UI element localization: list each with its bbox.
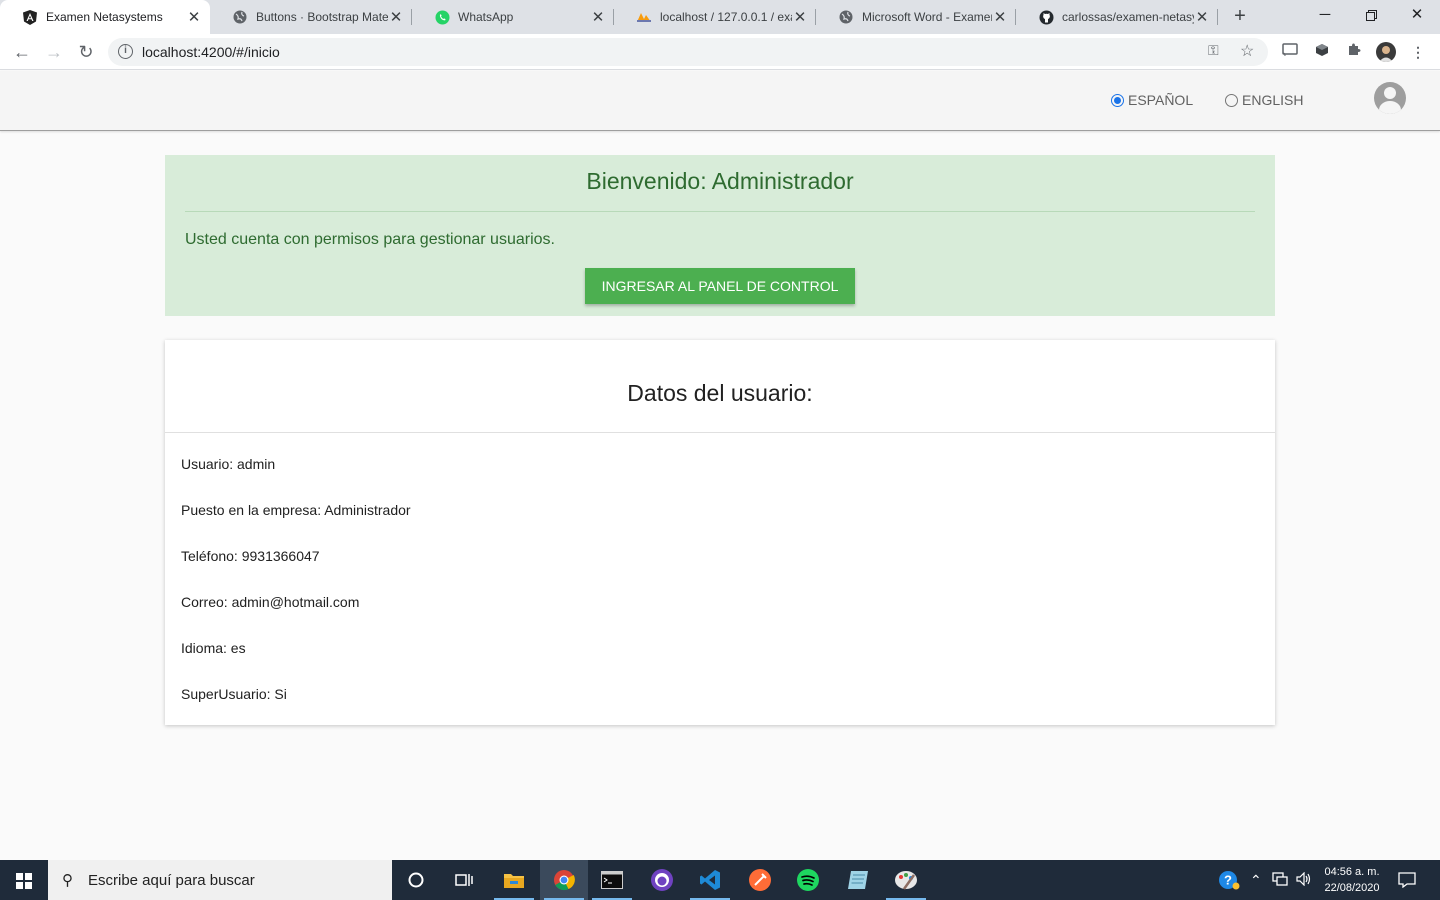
field-puesto: Puesto en la empresa: Administrador [181,502,411,518]
app-header: ESPAÑOL ENGLISH [0,71,1440,131]
tab-title: Buttons · Bootstrap Mater [256,10,388,24]
welcome-title: Bienvenido: Administrador [586,168,854,194]
permissions-message: Usted cuenta con permisos para gestionar… [185,231,555,248]
tab-microsoft-word[interactable]: Microsoft Word - Examen ✕ [816,0,1016,34]
close-icon[interactable]: ✕ [992,8,1008,26]
card-divider [165,432,1275,433]
globe-icon [232,9,248,25]
search-placeholder: Escribe aquí para buscar [88,871,255,889]
tab-github[interactable]: carlossas/examen-netasys ✕ [1016,0,1218,34]
github-desktop-icon[interactable] [638,860,686,900]
language-label: ESPAÑOL [1128,92,1194,108]
network-icon[interactable] [1272,872,1288,889]
paint-app-icon[interactable] [882,860,930,900]
chrome-icon[interactable] [540,860,588,900]
clock-date: 22/08/2020 [1324,882,1380,894]
field-usuario: Usuario: admin [181,456,276,472]
tab-title: Examen Netasystems [46,10,163,24]
vscode-icon[interactable] [686,860,734,900]
taskbar-clock[interactable]: 04:56 a. m. 22/08/2020 [1314,864,1390,896]
taskbar-search-box[interactable]: ⚲ Escribe aquí para buscar [48,860,392,900]
cube-extension-icon[interactable] [1312,42,1332,62]
chevron-up-icon[interactable]: ⌃ [1250,872,1262,889]
profile-avatar-icon[interactable] [1376,42,1396,62]
card-title: Datos del usuario: [627,380,813,406]
minimize-button[interactable]: ─ [1302,0,1348,34]
user-avatar-icon[interactable] [1374,82,1406,114]
browser-tab-strip: Examen Netasystems ✕ Buttons · Bootstrap… [0,0,1440,34]
postman-icon[interactable] [736,860,784,900]
whatsapp-icon [434,9,450,25]
task-view-icon[interactable] [440,860,488,900]
cortana-icon[interactable] [392,860,440,900]
forward-button[interactable]: → [40,38,68,66]
github-icon [1038,9,1054,25]
globe-icon [838,9,854,25]
windows-start-icon[interactable] [16,873,32,889]
back-button[interactable]: ← [8,38,36,66]
tab-title: Microsoft Word - Examen [862,10,992,24]
close-icon[interactable]: ✕ [590,8,606,26]
field-telefono: Teléfono: 9931366047 [181,548,320,564]
file-explorer-icon[interactable] [490,860,538,900]
close-icon[interactable]: ✕ [792,8,808,26]
tab-title: WhatsApp [458,10,514,24]
windows-taskbar: ⚲ Escribe aquí para buscar ? ⌃ 04:56 a. … [0,860,1440,900]
angular-icon [22,9,38,25]
tab-examen-netasystems[interactable]: Examen Netasystems ✕ [0,0,210,34]
welcome-alert: Bienvenido: Administrador Usted cuenta c… [165,155,1275,316]
close-icon[interactable]: ✕ [388,8,404,26]
notifications-icon[interactable] [1398,872,1416,891]
site-info-icon[interactable]: i [118,44,133,59]
url-text: localhost:4200/#/inicio [142,44,280,60]
close-window-button[interactable]: ✕ [1394,0,1440,34]
field-idioma: Idioma: es [181,640,246,656]
browser-toolbar: ← → ↻ i localhost:4200/#/inicio ⚿ ☆ ⋮ [0,34,1440,70]
tab-title: carlossas/examen-netasys [1062,10,1194,24]
search-icon: ⚲ [62,872,73,889]
language-option-espanol[interactable]: ESPAÑOL [1111,92,1193,108]
menu-dots-icon[interactable]: ⋮ [1408,42,1428,62]
phpmyadmin-icon [636,9,652,25]
key-icon[interactable]: ⚿ [1208,42,1219,59]
terminal-icon[interactable] [588,860,636,900]
tab-separator [1217,9,1218,25]
close-icon[interactable]: ✕ [186,8,202,26]
language-label: ENGLISH [1242,92,1304,108]
alert-divider [185,211,1255,212]
language-option-english[interactable]: ENGLISH [1225,92,1303,108]
field-correo: Correo: admin@hotmail.com [181,594,360,610]
user-data-card: Datos del usuario: Usuario: admin Puesto… [165,340,1275,725]
reload-button[interactable]: ↻ [72,38,100,66]
tab-buttons-bootstrap[interactable]: Buttons · Bootstrap Mater ✕ [210,0,412,34]
help-icon[interactable]: ? [1218,870,1240,893]
tab-phpmyadmin[interactable]: localhost / 127.0.0.1 / exa ✕ [614,0,816,34]
close-icon[interactable]: ✕ [1194,8,1210,26]
star-icon[interactable]: ☆ [1240,41,1254,61]
address-bar[interactable]: i localhost:4200/#/inicio ⚿ ☆ [108,38,1268,66]
control-panel-button[interactable]: INGRESAR AL PANEL DE CONTROL [585,268,855,304]
new-tab-button[interactable]: + [1228,5,1252,29]
notes-app-icon[interactable] [834,860,882,900]
tab-title: localhost / 127.0.0.1 / exa [660,10,792,24]
spotify-icon[interactable] [784,860,832,900]
svg-text:?: ? [1224,873,1232,888]
tab-whatsapp[interactable]: WhatsApp ✕ [412,0,614,34]
field-superusuario: SuperUsuario: Si [181,686,287,702]
restore-button[interactable] [1348,0,1394,34]
puzzle-extensions-icon[interactable] [1344,42,1364,62]
clock-time: 04:56 a. m. [1324,866,1380,878]
volume-icon[interactable] [1296,871,1312,889]
cast-icon[interactable] [1280,42,1300,62]
radio-unselected-icon[interactable] [1225,93,1238,107]
radio-selected-icon[interactable] [1111,93,1124,107]
